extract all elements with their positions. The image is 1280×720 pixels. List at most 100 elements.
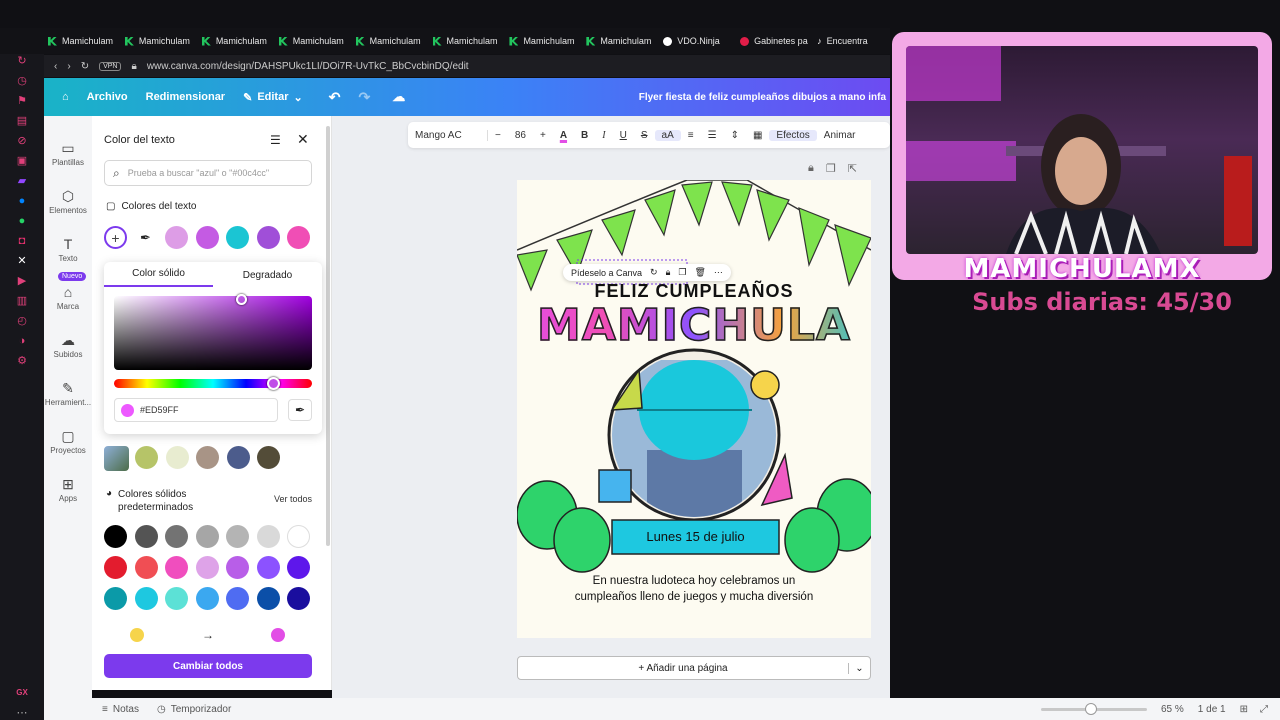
default-color-swatch[interactable] bbox=[165, 525, 188, 548]
hue-handle[interactable] bbox=[267, 377, 280, 390]
gradient-from-swatch[interactable] bbox=[130, 628, 144, 642]
forward-icon[interactable]: › bbox=[67, 61, 70, 72]
photo-color-swatch[interactable] bbox=[226, 446, 250, 469]
notes-icon[interactable]: ≡ bbox=[102, 704, 108, 715]
font-selector[interactable]: Mango AC bbox=[408, 129, 488, 141]
x-icon[interactable]: ✕ bbox=[15, 254, 29, 268]
clock-icon[interactable]: ◴ bbox=[15, 314, 29, 328]
text-color-swatch[interactable] bbox=[226, 226, 249, 249]
body-line-2[interactable]: cumpleaños lleno de juegos y mucha diver… bbox=[517, 591, 871, 603]
messenger-icon[interactable]: ● bbox=[15, 194, 29, 208]
font-size-value[interactable]: 86 bbox=[508, 130, 533, 141]
notas-button[interactable]: Notas bbox=[113, 704, 139, 715]
browser-tab[interactable]: Mamichulam bbox=[355, 36, 429, 46]
default-color-swatch[interactable] bbox=[104, 556, 127, 579]
list-icon[interactable]: ☰ bbox=[701, 130, 724, 141]
default-color-swatch[interactable] bbox=[256, 556, 280, 579]
browser-tab[interactable]: ♪ Encuentra bbox=[817, 36, 890, 46]
letter-case-button[interactable]: aA bbox=[654, 129, 681, 141]
tab-color-solido[interactable]: Color sólido bbox=[104, 263, 213, 287]
ver-todos-link[interactable]: Ver todos bbox=[274, 494, 312, 504]
default-color-swatch[interactable] bbox=[134, 556, 158, 579]
text-color-swatch[interactable] bbox=[195, 226, 219, 249]
text-color-button[interactable]: A bbox=[553, 130, 574, 141]
nav-upload[interactable]: ☁ Subidos bbox=[44, 322, 92, 370]
browser-tab[interactable]: Gabinetes pa bbox=[740, 36, 813, 46]
font-size-decrease[interactable]: − bbox=[488, 130, 508, 141]
zoom-slider[interactable] bbox=[1041, 702, 1147, 715]
text-color-swatch[interactable] bbox=[256, 226, 280, 249]
zoom-handle[interactable] bbox=[1085, 702, 1097, 715]
default-color-swatch[interactable] bbox=[287, 587, 310, 610]
browser-tab[interactable]: Mamichulam bbox=[432, 36, 506, 46]
gradient-to-swatch[interactable] bbox=[271, 628, 285, 642]
browser-tab[interactable]: Mamichulam bbox=[586, 36, 659, 46]
browser-tab[interactable]: Mamichulam bbox=[278, 36, 352, 46]
list-icon[interactable]: ☰ bbox=[270, 133, 281, 147]
sidebar-icon[interactable]: ▥ bbox=[15, 294, 29, 308]
instagram-icon[interactable]: ◘ bbox=[15, 234, 29, 248]
redo-icon[interactable]: ↷ bbox=[358, 89, 370, 106]
tab-degradado[interactable]: Degradado bbox=[213, 270, 322, 281]
bold-button[interactable]: B bbox=[574, 130, 595, 141]
font-size-increase[interactable]: + bbox=[533, 130, 553, 141]
eyedropper-button[interactable]: ✒ bbox=[288, 399, 312, 421]
address-bar[interactable]: ‹ › ↻ VPN 🔒︎ www.canva.com/design/DAHSPU… bbox=[44, 55, 890, 77]
pideselo-button[interactable]: Pídeselo a Canva bbox=[571, 268, 642, 278]
rotate-icon[interactable]: ↻ bbox=[650, 267, 658, 278]
italic-button[interactable]: I bbox=[595, 130, 612, 141]
nav-apps[interactable]: ⊞ Apps bbox=[44, 466, 92, 514]
url-text[interactable]: www.canva.com/design/DAHSPUkc1LI/DOi7R-U… bbox=[147, 61, 469, 72]
color-search-input[interactable]: ⌕ Prueba a buscar "azul" o "#00c4cc" bbox=[104, 160, 312, 186]
nav-template[interactable]: ▭ Plantillas bbox=[44, 130, 92, 178]
panel-scrollbar[interactable] bbox=[326, 126, 330, 546]
hex-input[interactable]: #ED59FF bbox=[114, 398, 278, 422]
archivo-menu[interactable]: Archivo bbox=[87, 91, 128, 103]
browser-tab[interactable]: Mamichulam bbox=[201, 36, 275, 46]
underline-button[interactable]: U bbox=[613, 130, 634, 141]
default-color-swatch[interactable] bbox=[256, 587, 280, 610]
feliz-cumpleanos-text[interactable]: FELIZ CUMPLEAÑOS bbox=[517, 281, 871, 302]
transparency-icon[interactable]: ▦ bbox=[746, 130, 769, 141]
browser-tab[interactable]: VDO.Ninja bbox=[663, 36, 736, 46]
page-count[interactable]: 1 de 1 bbox=[1198, 704, 1226, 715]
saturation-handle[interactable] bbox=[236, 294, 247, 305]
chevron-down-icon[interactable]: ⌄ bbox=[848, 662, 870, 674]
text-color-swatch[interactable] bbox=[165, 226, 188, 249]
saturation-area[interactable] bbox=[114, 296, 312, 370]
grid-view-icon[interactable]: ⊞ bbox=[1240, 704, 1248, 715]
nav-folder[interactable]: ▢ Proyectos bbox=[44, 418, 92, 466]
default-color-swatch[interactable] bbox=[226, 525, 249, 548]
photo-color-swatch[interactable] bbox=[257, 446, 280, 469]
sidebar-icon[interactable]: ⚑ bbox=[15, 94, 29, 108]
nav-elements[interactable]: ⬡ Elementos bbox=[44, 178, 92, 226]
name-text[interactable]: MAMICHULA bbox=[517, 299, 871, 352]
default-color-swatch[interactable] bbox=[165, 556, 188, 579]
twitch-icon[interactable]: ▰ bbox=[15, 174, 29, 188]
browser-tab[interactable]: Mamichulam bbox=[124, 36, 198, 46]
undo-icon[interactable]: ↶ bbox=[329, 89, 341, 106]
strikethrough-button[interactable]: S bbox=[634, 130, 655, 141]
nav-tools[interactable]: ✎ Herramient... bbox=[44, 370, 92, 418]
sidebar-icon[interactable]: ▶ bbox=[15, 274, 29, 288]
default-color-swatch[interactable] bbox=[195, 587, 219, 610]
more-icon[interactable]: ⋯ bbox=[15, 706, 29, 720]
default-color-swatch[interactable] bbox=[195, 556, 219, 579]
spacing-icon[interactable]: ⇕ bbox=[724, 130, 746, 141]
nav-brand[interactable]: Nuevo ⌂ Marca bbox=[44, 272, 92, 322]
lock-icon[interactable]: 🔒︎ bbox=[666, 267, 671, 278]
cloud-save-icon[interactable]: ☁ bbox=[392, 89, 405, 105]
default-color-swatch[interactable] bbox=[195, 525, 219, 548]
whatsapp-icon[interactable]: ● bbox=[15, 214, 29, 228]
photo-color-swatch[interactable] bbox=[165, 446, 189, 469]
default-color-swatch[interactable] bbox=[104, 587, 127, 610]
zoom-value[interactable]: 65 % bbox=[1161, 704, 1184, 715]
close-icon[interactable]: ✕ bbox=[297, 131, 309, 148]
trash-icon[interactable]: 🗑︎ bbox=[694, 267, 705, 278]
photo-color-swatch[interactable] bbox=[135, 446, 158, 469]
temporizador-button[interactable]: Temporizador bbox=[171, 704, 232, 715]
date-text[interactable]: Lunes 15 de julio bbox=[612, 529, 779, 544]
sidebar-icon[interactable]: ◷ bbox=[15, 74, 29, 88]
fullscreen-icon[interactable]: ⤢ bbox=[1260, 704, 1268, 715]
more-icon[interactable]: ⋯ bbox=[714, 267, 723, 278]
